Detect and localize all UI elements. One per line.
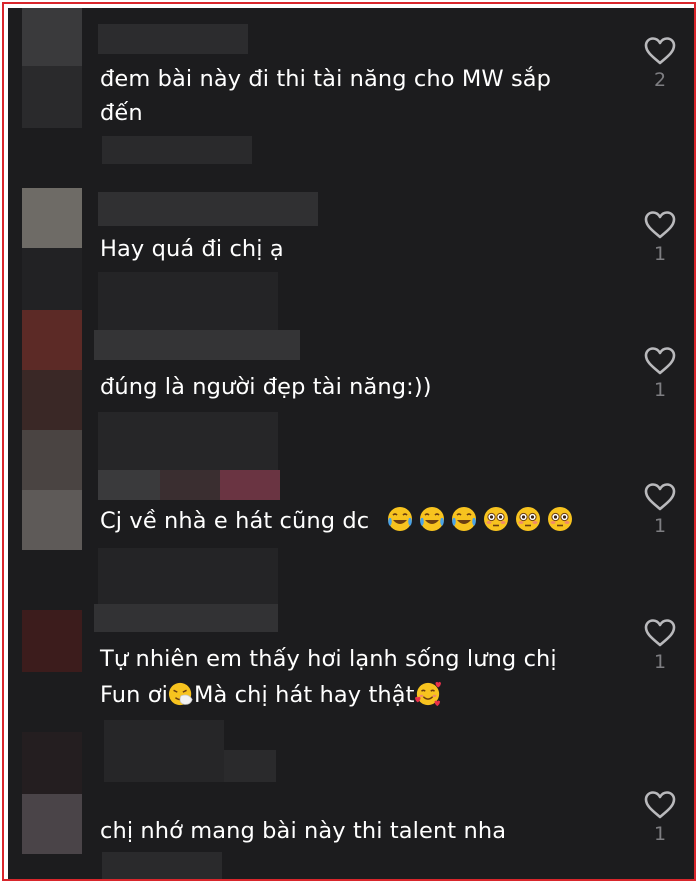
- avatar-blur[interactable]: [22, 8, 82, 66]
- screenshot-frame: đem bài này đi thi tài năng cho MW sắp đ…: [2, 2, 696, 881]
- reply-blur: [98, 272, 278, 330]
- comment-text-line2: đến: [100, 100, 143, 126]
- heart-outline-icon[interactable]: [643, 482, 677, 512]
- avatar-blur: [22, 370, 82, 430]
- heart-outline-icon[interactable]: [643, 790, 677, 820]
- heart-outline-icon[interactable]: [643, 618, 677, 648]
- like-count: 1: [653, 243, 667, 265]
- flushed-face-icon: [516, 507, 541, 531]
- like-count: 1: [653, 651, 667, 673]
- comment-text: chị nhớ mang bài này thi talent nha: [100, 818, 507, 844]
- comment-feed: đem bài này đi thi tài năng cho MW sắp đ…: [8, 8, 694, 879]
- face-with-tears-of-joy-icon: [388, 507, 413, 531]
- like-button[interactable]: 2: [640, 36, 680, 91]
- comment-text-part: Fun ơi: [100, 682, 169, 708]
- reply-blur: [102, 852, 222, 879]
- face-with-tears-of-joy-icon: [452, 507, 477, 531]
- heart-outline-icon[interactable]: [643, 346, 677, 376]
- comment-text: đem bài này đi thi tài năng cho MW sắp: [100, 66, 552, 92]
- avatar-blur[interactable]: [22, 188, 82, 248]
- like-count: 1: [653, 379, 667, 401]
- heart-outline-icon[interactable]: [643, 210, 677, 240]
- username-blur[interactable]: [160, 470, 220, 500]
- comment-text: Cj về nhà e hát cũng dc: [100, 504, 574, 538]
- username-blur[interactable]: [98, 192, 318, 226]
- username-blur[interactable]: [94, 604, 278, 632]
- username-blur[interactable]: [98, 470, 160, 500]
- username-blur[interactable]: [98, 24, 248, 54]
- comment-text: đúng là người đẹp tài năng:)): [100, 374, 432, 400]
- flushed-face-icon: [548, 507, 573, 531]
- avatar-blur[interactable]: [22, 610, 82, 672]
- comment-text-line2: Fun ơi Mà chị hát hay thật: [100, 678, 441, 712]
- sneezing-face-icon: [168, 682, 193, 706]
- avatar-blur[interactable]: [22, 430, 82, 490]
- avatar-blur: [22, 248, 82, 310]
- username-blur[interactable]: [94, 330, 300, 360]
- comment-text: Hay quá đi chị ạ: [100, 236, 284, 262]
- avatar-blur: [22, 732, 82, 794]
- heart-outline-icon[interactable]: [643, 36, 677, 66]
- reply-blur: [102, 136, 252, 164]
- comment-text-body: Cj về nhà e hát cũng dc: [100, 508, 370, 534]
- avatar-blur: [22, 66, 82, 128]
- flushed-face-icon: [484, 507, 509, 531]
- smiling-face-with-hearts-icon: [414, 681, 441, 707]
- username-blur[interactable]: [220, 470, 280, 500]
- avatar-blur[interactable]: [22, 794, 82, 854]
- like-button[interactable]: 1: [640, 482, 680, 537]
- face-with-tears-of-joy-icon: [420, 507, 445, 531]
- like-count: 1: [653, 515, 667, 537]
- like-count: 1: [653, 823, 667, 845]
- like-button[interactable]: 1: [640, 346, 680, 401]
- emoji-row: [382, 507, 574, 534]
- reply-blur: [98, 548, 278, 604]
- reply-blur: [224, 750, 276, 782]
- comment-text: Tự nhiên em thấy hơi lạnh sống lưng chị: [100, 646, 557, 672]
- comment-text-part: Mà chị hát hay thật: [194, 682, 415, 708]
- reply-blur: [104, 720, 224, 782]
- avatar-blur[interactable]: [22, 490, 82, 550]
- like-button[interactable]: 1: [640, 618, 680, 673]
- like-button[interactable]: 1: [640, 790, 680, 845]
- like-count: 2: [653, 69, 667, 91]
- like-button[interactable]: 1: [640, 210, 680, 265]
- username-blur: [98, 412, 278, 470]
- avatar-blur[interactable]: [22, 310, 82, 370]
